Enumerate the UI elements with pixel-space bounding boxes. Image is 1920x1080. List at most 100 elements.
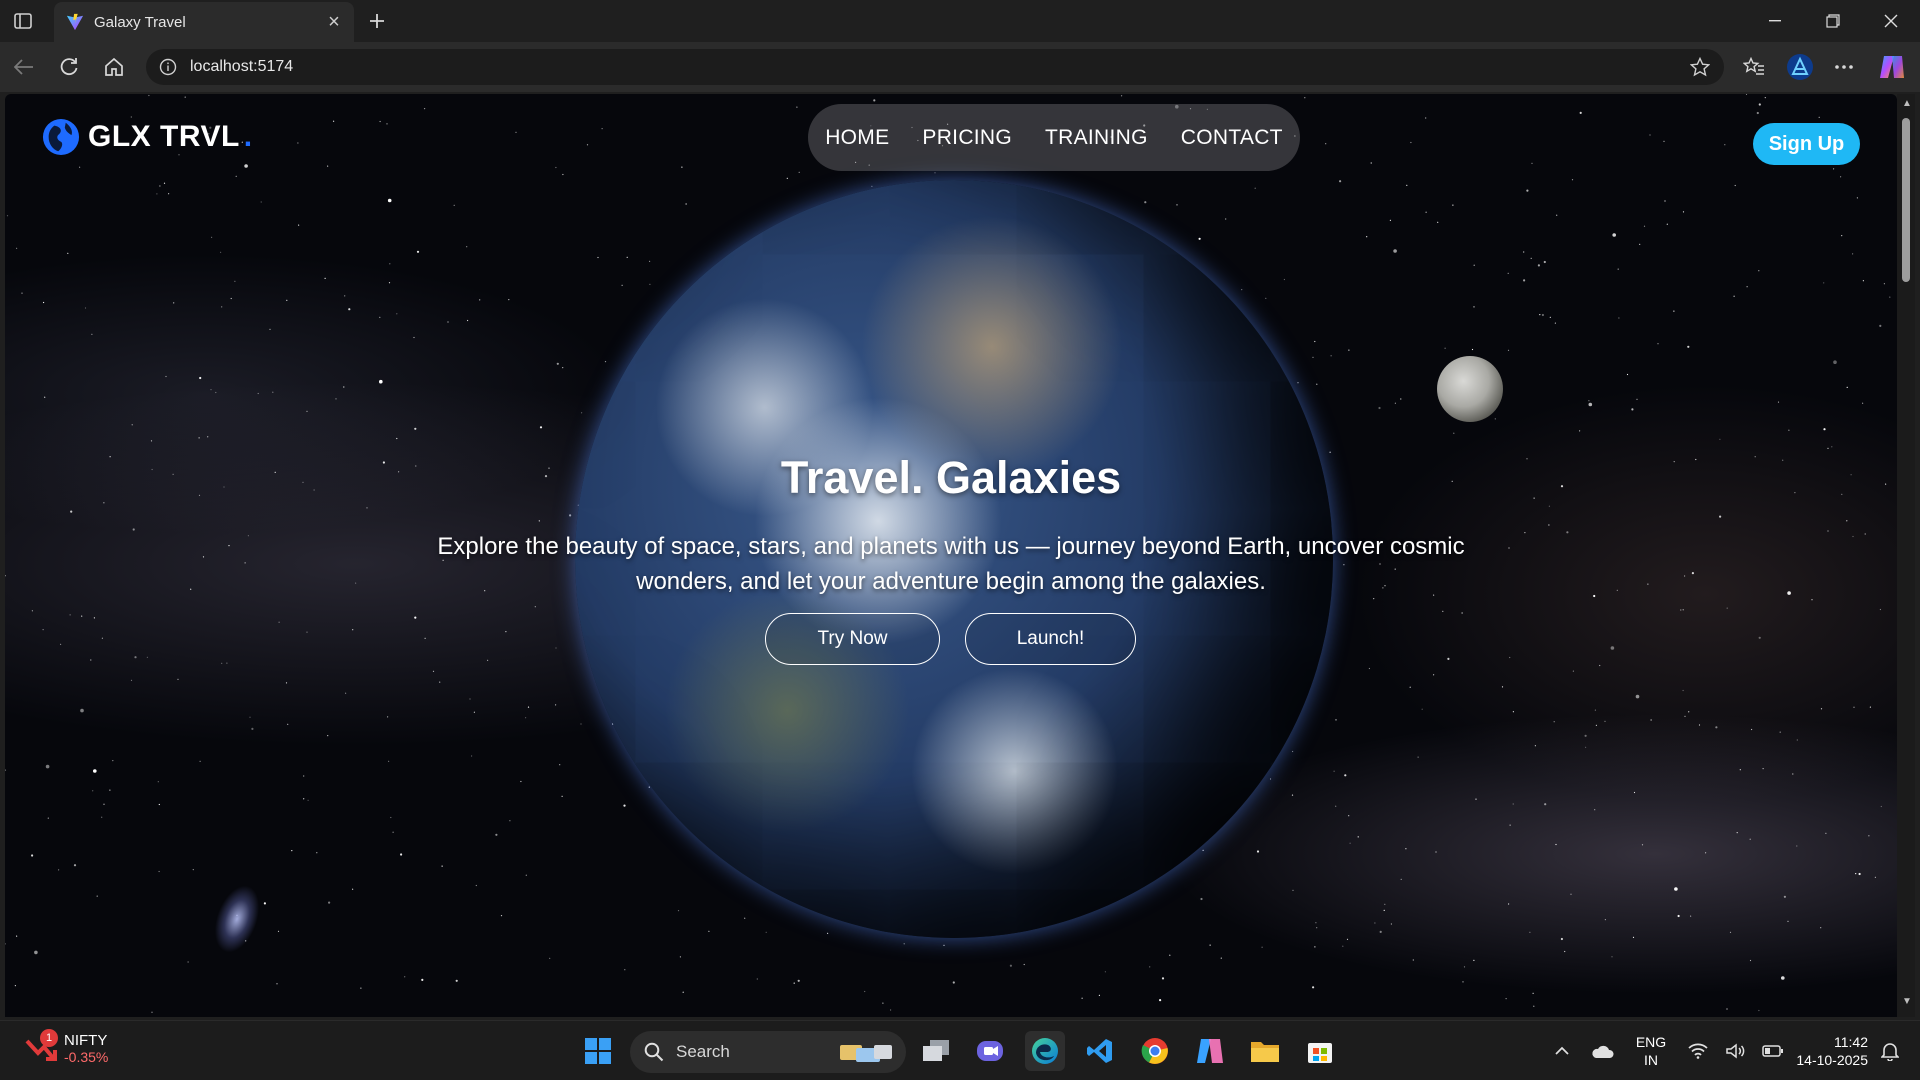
page-scrollbar[interactable]: ▲ ▼ <box>1897 94 1915 1017</box>
chrome-icon[interactable] <box>1135 1031 1175 1071</box>
star <box>1265 297 1267 299</box>
home-icon[interactable] <box>98 51 130 83</box>
star <box>934 172 936 174</box>
teams-icon[interactable] <box>970 1031 1010 1071</box>
star <box>1657 343 1659 345</box>
clock[interactable]: 11:42 14-10-2025 <box>1782 1033 1868 1069</box>
star <box>597 256 599 259</box>
browser-tab-bar: Galaxy Travel × <box>0 0 1920 42</box>
search-label: Search <box>676 1042 730 1061</box>
favorites-icon[interactable] <box>1738 51 1770 83</box>
more-options-icon[interactable] <box>1828 51 1860 83</box>
copilot-icon[interactable] <box>1876 51 1908 83</box>
star <box>556 362 559 365</box>
star <box>228 545 230 547</box>
windows-start-icon[interactable] <box>578 1031 618 1071</box>
star <box>1856 197 1858 199</box>
site-info-icon[interactable] <box>158 57 178 77</box>
language-indicator[interactable]: ENG IN <box>1628 1033 1674 1069</box>
star <box>679 956 682 958</box>
star <box>1161 977 1165 980</box>
star <box>400 853 403 856</box>
star <box>1635 694 1640 699</box>
tab-actions-icon[interactable] <box>10 9 36 33</box>
try-now-button[interactable]: Try Now <box>765 613 940 665</box>
close-tab-icon[interactable]: × <box>320 8 348 36</box>
star <box>1198 237 1201 240</box>
site-logo[interactable]: GLX TRVL . <box>42 118 252 156</box>
star <box>1650 719 1652 721</box>
tab-galaxy-travel[interactable]: Galaxy Travel × <box>54 2 354 42</box>
star <box>1758 103 1761 106</box>
refresh-icon[interactable] <box>53 51 85 83</box>
star <box>744 917 746 919</box>
restore-icon[interactable] <box>1804 0 1862 42</box>
star <box>81 615 83 617</box>
scrollbar-thumb[interactable] <box>1902 118 1910 282</box>
show-hidden-icons-chevron-icon[interactable] <box>1542 1031 1582 1071</box>
star <box>786 177 788 179</box>
star <box>1781 976 1785 980</box>
star <box>379 120 381 123</box>
star <box>146 656 148 658</box>
star <box>1348 349 1350 351</box>
star <box>277 930 280 933</box>
favorite-star-icon[interactable] <box>1688 55 1712 79</box>
star <box>441 865 443 867</box>
stock-widget[interactable]: 1 NIFTY -0.35% <box>24 1029 108 1065</box>
star <box>221 662 223 664</box>
address-bar[interactable]: localhost:5174 <box>146 49 1724 85</box>
star <box>1009 964 1013 967</box>
star <box>1787 591 1791 595</box>
back-arrow-icon[interactable] <box>8 51 40 83</box>
star <box>386 123 388 125</box>
star <box>1827 530 1829 532</box>
star <box>1820 927 1822 929</box>
notification-bell-icon[interactable] <box>1870 1031 1910 1071</box>
star <box>1452 204 1454 206</box>
star <box>404 976 406 978</box>
star <box>1831 446 1833 448</box>
launch-button[interactable]: Launch! <box>965 613 1136 665</box>
onedrive-cloud-icon[interactable] <box>1582 1031 1622 1071</box>
taskbar-search[interactable]: Search <box>630 1031 906 1073</box>
new-tab-icon[interactable] <box>362 6 392 36</box>
nav-training[interactable]: TRAINING <box>1045 126 1148 150</box>
nav-contact[interactable]: CONTACT <box>1181 126 1283 150</box>
star <box>5 943 6 945</box>
copilot-taskbar-icon[interactable] <box>1190 1031 1230 1071</box>
star <box>586 144 589 146</box>
scroll-up-arrow-icon[interactable]: ▲ <box>1902 99 1912 109</box>
star <box>93 617 95 619</box>
star <box>101 637 103 639</box>
star <box>1779 731 1781 733</box>
task-view-icon[interactable] <box>916 1031 956 1071</box>
file-explorer-icon[interactable] <box>1245 1031 1285 1071</box>
star <box>1818 116 1820 118</box>
scroll-down-arrow-icon[interactable]: ▼ <box>1902 997 1912 1007</box>
star <box>562 367 564 369</box>
star <box>1688 711 1690 713</box>
close-window-icon[interactable] <box>1862 0 1920 42</box>
star <box>1579 111 1582 114</box>
vscode-icon[interactable] <box>1080 1031 1120 1071</box>
minimize-icon[interactable] <box>1746 0 1804 42</box>
sign-up-button[interactable]: Sign Up <box>1753 123 1860 165</box>
star <box>453 204 455 206</box>
star <box>249 716 251 718</box>
star <box>708 930 710 932</box>
star <box>307 799 309 801</box>
system-tray-status[interactable] <box>1680 1031 1792 1071</box>
star <box>1405 848 1407 850</box>
edge-icon[interactable] <box>1025 1031 1065 1071</box>
microsoft-store-icon[interactable] <box>1300 1031 1340 1071</box>
star <box>1333 770 1335 772</box>
star <box>148 94 150 97</box>
profile-avatar-icon[interactable] <box>1784 51 1816 83</box>
nav-home[interactable]: HOME <box>825 126 889 150</box>
nav-pricing[interactable]: PRICING <box>922 126 1012 150</box>
star <box>1344 774 1347 777</box>
star <box>1435 851 1437 853</box>
star <box>1512 803 1514 805</box>
star <box>207 436 209 438</box>
